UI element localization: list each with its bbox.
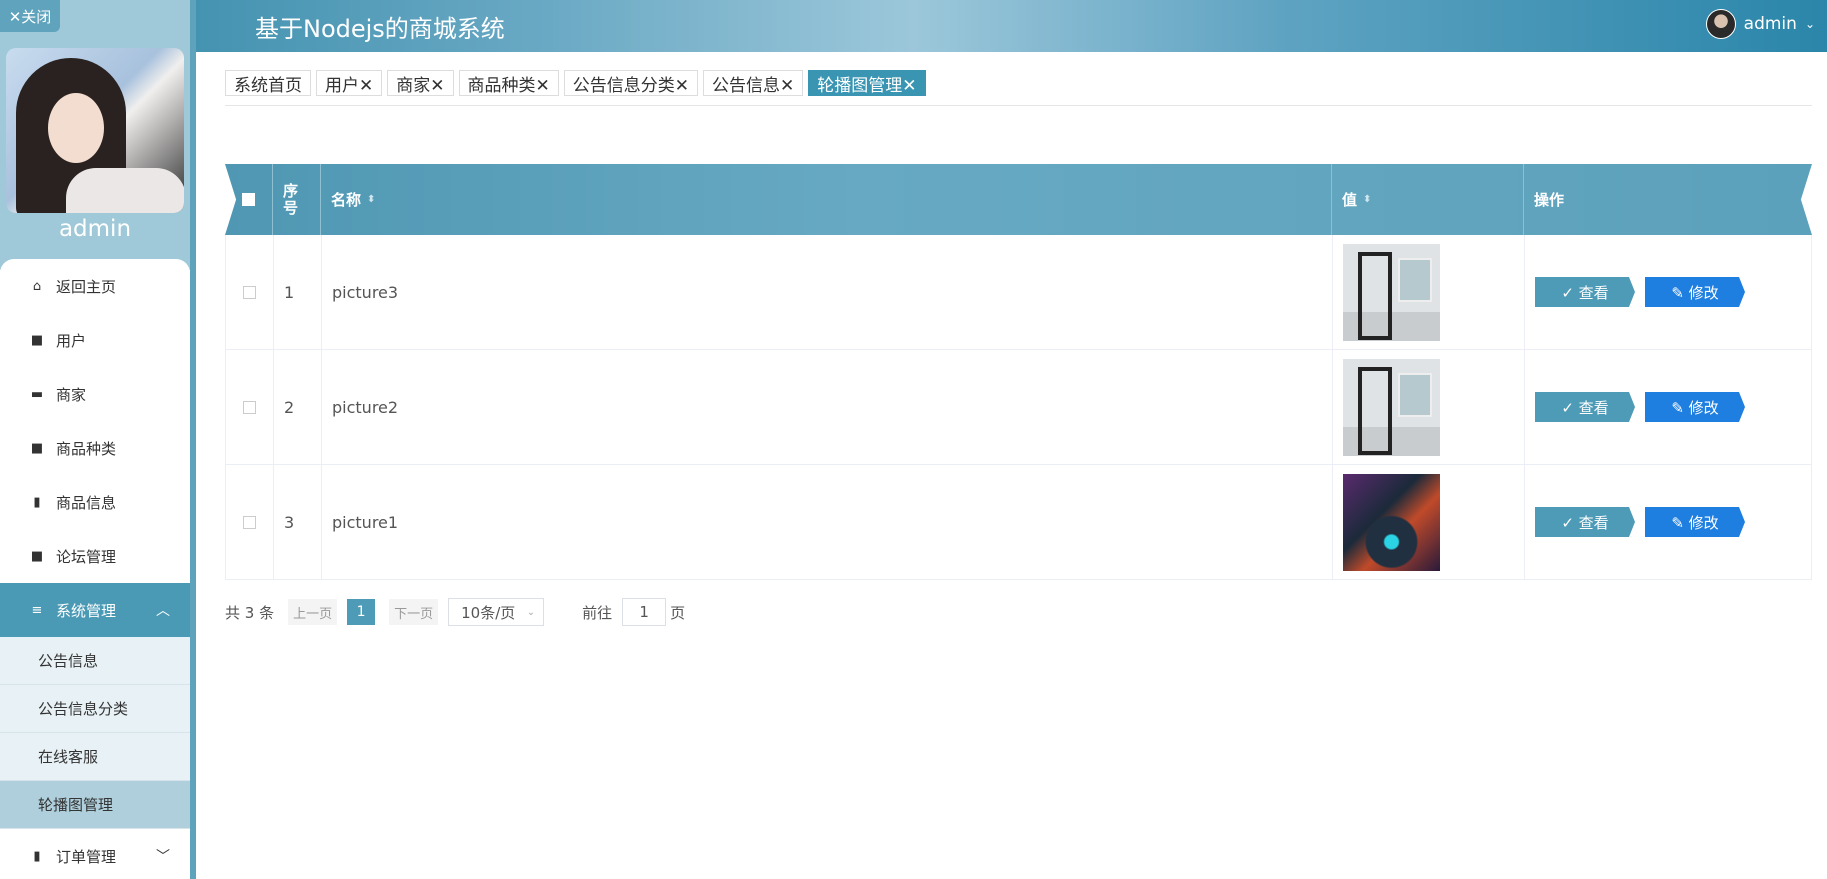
chevron-down-icon: ﹀ <box>156 849 170 865</box>
sidebar-item-label: 用户 <box>56 331 87 350</box>
row-name: picture3 <box>322 235 1333 349</box>
header-username: admin <box>1743 14 1797 34</box>
tab-bar: 系统首页 用户✕ 商家✕ 商品种类✕ 公告信息分类✕ 公告信息✕ 轮播图管理✕ <box>225 70 926 96</box>
edit-button[interactable]: ✎ 修改 <box>1645 507 1745 537</box>
edit-button[interactable]: ✎ 修改 <box>1645 277 1745 307</box>
grid-icon: ■ <box>30 548 44 564</box>
sidebar-username: admin <box>58 216 132 242</box>
sidebar-subitem-support[interactable]: 在线客服 <box>0 733 190 781</box>
sidebar-item-label: 论坛管理 <box>56 547 117 566</box>
tab-notice-categories[interactable]: 公告信息分类✕ <box>563 70 698 96</box>
sidebar-item-users[interactable]: ■ 用户 <box>0 313 190 367</box>
edit-button[interactable]: ✎ 修改 <box>1645 392 1745 422</box>
sidebar-item-label: 订单管理 <box>56 847 117 866</box>
sidebar-item-categories[interactable]: ■ 商品种类 <box>0 421 190 475</box>
sidebar-item-system[interactable]: ≡ 系统管理 ︿ <box>0 583 190 637</box>
goto-page-input[interactable]: 1 <box>622 598 667 626</box>
sidebar-scrollbar[interactable] <box>190 0 196 879</box>
row-checkbox[interactable] <box>243 400 256 414</box>
header-index: 序 号 <box>283 181 299 217</box>
header-value[interactable]: 值 <box>1342 189 1357 210</box>
tab-notices[interactable]: 公告信息✕ <box>703 70 804 96</box>
sidebar-item-label: 返回主页 <box>56 277 117 296</box>
table-row: 2 picture2 ✓ 查看 ✎ 修改 <box>225 350 1812 465</box>
clipboard-icon: ▮ <box>33 494 41 510</box>
profile-photo <box>6 48 184 213</box>
tab-categories[interactable]: 商品种类✕ <box>458 70 559 96</box>
sidebar-item-home[interactable]: ⌂ 返回主页 <box>0 259 190 313</box>
sidebar-subitem-notice-categories[interactable]: 公告信息分类 <box>0 685 190 733</box>
row-index: 3 <box>274 465 322 579</box>
close-button[interactable]: ✕关闭 <box>0 0 60 32</box>
tab-users[interactable]: 用户✕ <box>316 70 383 96</box>
view-button[interactable]: ✓ 查看 <box>1535 507 1635 537</box>
pagination: 共 3 条 上一页 1 下一页 10条/页 ⌄ 前往 1 页 <box>225 598 685 626</box>
sort-icon[interactable]: ⬍ <box>1363 194 1371 205</box>
total-count: 共 3 条 <box>225 603 275 622</box>
row-index: 2 <box>274 350 322 464</box>
grid-icon: ■ <box>30 332 44 348</box>
tab-home[interactable]: 系统首页 <box>225 70 311 96</box>
grid-icon: ■ <box>30 440 44 456</box>
chevron-down-icon: ⌄ <box>526 606 536 618</box>
divider <box>225 105 1812 106</box>
page-size-select[interactable]: 10条/页 ⌄ <box>448 598 545 626</box>
page-number[interactable]: 1 <box>347 599 376 625</box>
row-name: picture2 <box>322 350 1333 464</box>
avatar <box>1705 9 1736 39</box>
row-thumbnail[interactable] <box>1343 358 1440 456</box>
header-ops: 操作 <box>1534 191 1565 209</box>
bar-chart-icon: ▮ <box>33 848 41 864</box>
table-row: 3 picture1 ✓ 查看 ✎ 修改 <box>225 465 1812 580</box>
row-thumbnail[interactable] <box>1343 473 1440 571</box>
row-checkbox[interactable] <box>243 515 256 529</box>
sidebar-item-forum[interactable]: ■ 论坛管理 <box>0 529 190 583</box>
sidebar-subitem-notices[interactable]: 公告信息 <box>0 637 190 685</box>
user-menu[interactable]: admin ⌄ <box>1705 9 1815 39</box>
view-button[interactable]: ✓ 查看 <box>1535 277 1635 307</box>
sidebar-item-label: 系统管理 <box>56 601 117 620</box>
chevron-up-icon: ︿ <box>156 603 170 619</box>
sidebar-item-label: 商品信息 <box>56 493 117 512</box>
app-title: 基于Nodejs的商城系统 <box>255 15 505 43</box>
select-all-checkbox[interactable] <box>242 193 255 206</box>
sidebar-subitem-carousel[interactable]: 轮播图管理 <box>0 781 190 829</box>
row-name: picture1 <box>322 465 1333 579</box>
row-thumbnail[interactable] <box>1343 243 1440 341</box>
home-icon: ⌂ <box>32 278 42 294</box>
view-button[interactable]: ✓ 查看 <box>1535 392 1635 422</box>
tab-merchants[interactable]: 商家✕ <box>387 70 454 96</box>
sidebar-item-label: 商品种类 <box>56 439 117 458</box>
sidebar-item-products[interactable]: ▮ 商品信息 <box>0 475 190 529</box>
tab-carousel[interactable]: 轮播图管理✕ <box>808 70 926 96</box>
sidebar-item-merchants[interactable]: ▬ 商家 <box>0 367 190 421</box>
goto-label: 前往 <box>582 603 613 622</box>
page-suffix: 页 <box>670 603 686 622</box>
chevron-down-icon: ⌄ <box>1804 17 1815 31</box>
next-page-button[interactable]: 下一页 <box>389 599 439 625</box>
table-row: 1 picture3 ✓ 查看 ✎ 修改 <box>225 235 1812 350</box>
prev-page-button[interactable]: 上一页 <box>288 599 338 625</box>
sidebar-item-orders[interactable]: ▮ 订单管理 ﹀ <box>0 829 190 879</box>
sidebar-item-label: 商家 <box>56 385 87 404</box>
menu-icon: ≡ <box>31 602 43 618</box>
sidebar-menu: ⌂ 返回主页 ■ 用户 ▬ 商家 ■ 商品种类 ▮ 商品信息 ■ 论坛管理 ≡ … <box>0 259 190 879</box>
row-index: 1 <box>274 235 322 349</box>
sidebar-profile: ✕关闭 admin <box>0 0 196 270</box>
header-name[interactable]: 名称 <box>331 189 361 210</box>
page-size-value: 10条/页 <box>461 603 516 622</box>
top-header: 基于Nodejs的商城系统 admin ⌄ <box>0 0 1827 52</box>
monitor-icon: ▬ <box>30 386 44 402</box>
row-checkbox[interactable] <box>243 285 256 299</box>
data-table: 序 号 名称 ⬍ 值 ⬍ 操作 1 picture3 ✓ 查看 ✎ 修改 2 pic… <box>225 164 1812 580</box>
table-header: 序 号 名称 ⬍ 值 ⬍ 操作 <box>225 164 1812 235</box>
sidebar: ✕关闭 admin ⌂ 返回主页 ■ 用户 ▬ 商家 ■ 商品种类 ▮ 商品信息… <box>0 0 196 879</box>
sort-icon[interactable]: ⬍ <box>367 194 375 205</box>
